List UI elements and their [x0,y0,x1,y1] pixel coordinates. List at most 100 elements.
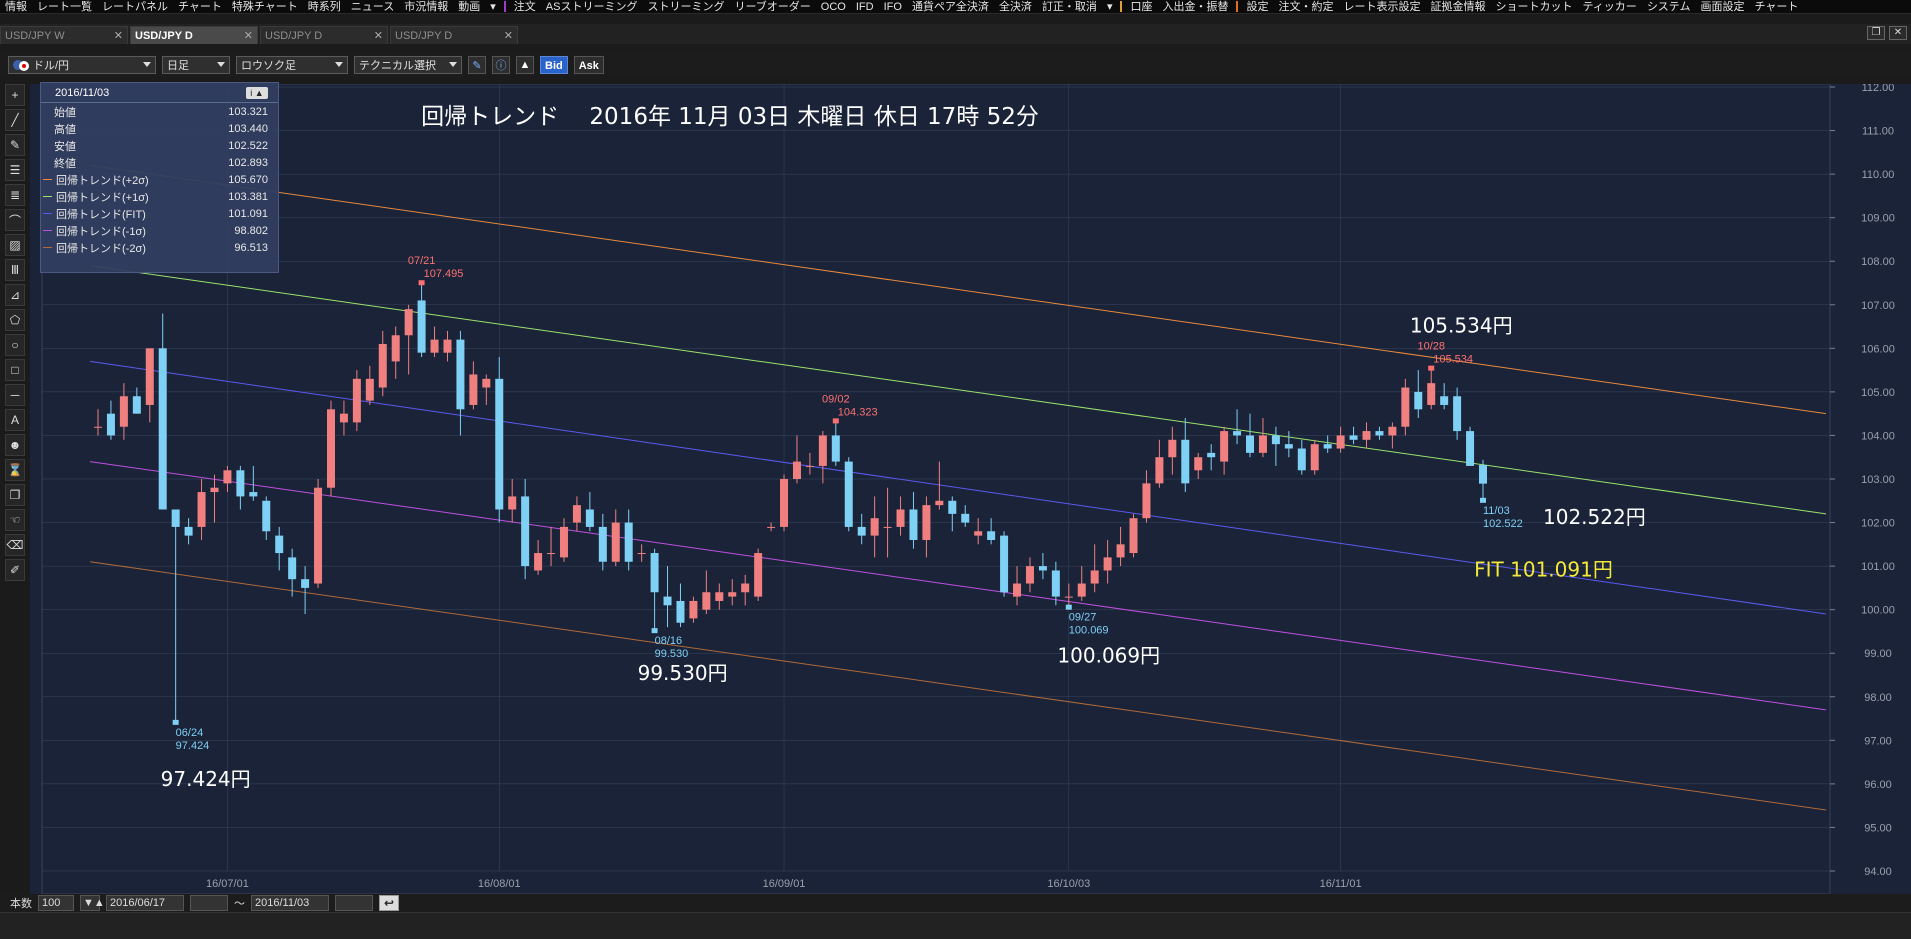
close-icon[interactable]: ✕ [114,29,123,42]
candle-body [1013,583,1022,597]
menu-item[interactable]: ASストリーミング [541,0,643,13]
menu-item[interactable]: IFO [879,0,907,13]
menu-item[interactable]: ▾ [1102,0,1118,13]
candle-body [831,435,840,462]
close-window-button[interactable]: ✕ [1889,26,1907,40]
menu-item[interactable]: IFD [851,0,879,13]
menu-item[interactable]: ストリーミング [642,0,729,13]
chart-tab[interactable]: USD/JPY D ✕ [390,26,518,44]
ask-toggle-button[interactable]: Ask [573,56,604,74]
count-input[interactable]: 100 [38,895,74,911]
start-date-input[interactable]: 2016/06/17 [106,895,184,911]
edit-tool-button[interactable]: ✐ [5,559,25,581]
pentagon-tool-button[interactable]: ⬠ [5,309,25,331]
menu-separator [1120,1,1123,12]
y-tick-label: 109.00 [1861,213,1895,225]
menu-item[interactable]: レートパネル [97,0,173,13]
menu-item[interactable]: 入出金・振替 [1157,0,1233,13]
currency-pair-select[interactable]: ドル/円 [8,56,156,74]
text-tool-button[interactable]: A [5,409,25,431]
end-date-input[interactable]: 2016/11/03 [251,895,329,911]
eraser-tool-button[interactable]: ⌫ [5,534,25,556]
info-button[interactable]: ⓘ [492,56,510,74]
draw-pen-button[interactable]: ✎ [468,56,486,74]
chart-tab[interactable]: USD/JPY D ✕ [130,26,258,44]
close-icon[interactable]: ✕ [374,29,383,42]
menu-item[interactable]: システム [1642,0,1696,13]
candle-body [961,513,970,523]
chart-tab[interactable]: USD/JPY W ✕ [0,26,128,44]
horizontal-line-tool-button[interactable]: ─ [5,384,25,406]
menu-item[interactable]: OCO [816,0,851,13]
horizontal-lines-tool-button[interactable]: ☰ [5,159,25,181]
menu-item[interactable]: 注文 [509,0,541,13]
candle-body [909,509,918,540]
candle-body [792,461,801,479]
menu-item[interactable]: 全決済 [994,0,1037,13]
candle-body [223,470,232,484]
volume-button[interactable]: ▲ [516,56,534,74]
count-stepper[interactable]: ▼▲ [80,895,105,911]
candle-body [197,492,206,527]
y-tick-label: 110.00 [1862,169,1895,181]
copy-tool-button[interactable]: ❐ [5,484,25,506]
candle-body [702,592,711,610]
trendline-tool-button[interactable]: ╱ [5,109,25,131]
info-row: 高値 103.440 [41,120,278,137]
hand-tool-button[interactable]: ☜ [5,509,25,531]
menu-item[interactable]: チャート [1749,0,1803,13]
technical-select[interactable]: テクニカル選択 [354,56,462,74]
menu-item[interactable]: 通貨ペア全決済 [907,0,994,13]
menu-item[interactable]: レート一覧 [32,0,97,13]
ohlc-info-panel: 2016/11/03 i ▲ 始値 103.321 高値 103.440 安値 102.5… [40,82,279,273]
info-row-value: 98.802 [234,224,268,237]
y-tick-label: 111.00 [1862,126,1894,138]
start-time-input[interactable] [190,895,228,911]
menu-item[interactable]: 注文・約定 [1273,0,1338,13]
candle-body [249,492,258,497]
menu-item[interactable]: チャート [173,0,227,13]
fibonacci-tool-button[interactable]: ▨ [5,234,25,256]
close-icon[interactable]: ✕ [244,29,253,42]
menu-item[interactable]: リーブオーダー [729,0,815,13]
menu-item[interactable]: 訂正・取消 [1037,0,1102,13]
crosshair-tool-button[interactable]: + [5,84,25,106]
vertical-lines-tool-button[interactable]: Ⅲ [5,259,25,281]
rectangle-tool-button[interactable]: □ [5,359,25,381]
info-panel-toggle-button[interactable]: i ▲ [246,86,268,99]
menu-item[interactable]: 口座 [1125,0,1157,13]
menu-item[interactable]: ショートカット [1490,0,1577,13]
menu-item[interactable]: ニュース [346,0,399,13]
menu-item[interactable]: ▾ [485,0,501,13]
circle-tool-button[interactable]: ○ [5,334,25,356]
arc-tool-button[interactable]: ⌒ [5,209,25,231]
menu-item[interactable]: 動画 [453,0,485,13]
period-select[interactable]: 日足 [162,56,230,74]
chart-type-select[interactable]: ロウソク足 [236,56,348,74]
restore-window-button[interactable]: ❐ [1867,26,1885,40]
reset-range-button[interactable]: ↩ [379,895,399,911]
menu-item[interactable]: 市況情報 [399,0,453,13]
menu-item[interactable]: ティッカー [1577,0,1641,13]
menu-item[interactable]: 画面設定 [1695,0,1749,13]
menu-item[interactable]: 特殊チャート [227,0,303,13]
technical-value: テクニカル選択 [359,60,436,72]
timer-tool-button[interactable]: ⌛ [5,459,25,481]
menu-item[interactable]: 証拠金情報 [1425,0,1490,13]
menu-item[interactable]: 設定 [1241,0,1273,13]
candle-body [741,583,750,593]
triangle-ruler-tool-button[interactable]: ⊿ [5,284,25,306]
menu-item[interactable]: 情報 [0,0,32,13]
menu-item[interactable]: 時系列 [303,0,346,13]
channel-lines-tool-button[interactable]: ≣ [5,184,25,206]
menu-item[interactable]: レート表示設定 [1338,0,1425,13]
bid-toggle-button[interactable]: Bid [540,56,568,74]
candle-body [611,522,620,562]
close-icon[interactable]: ✕ [504,29,513,42]
price-chart[interactable]: 112.00 111.00 110.00 109.00 108.00 107.00 106.… [30,84,1911,894]
pencil-tool-button[interactable]: ✎ [5,134,25,156]
chart-tab[interactable]: USD/JPY D ✕ [260,26,388,44]
icon-stamp-tool-button[interactable]: ☻ [5,434,25,456]
end-time-input[interactable] [335,895,373,911]
candle-body [1194,457,1203,471]
